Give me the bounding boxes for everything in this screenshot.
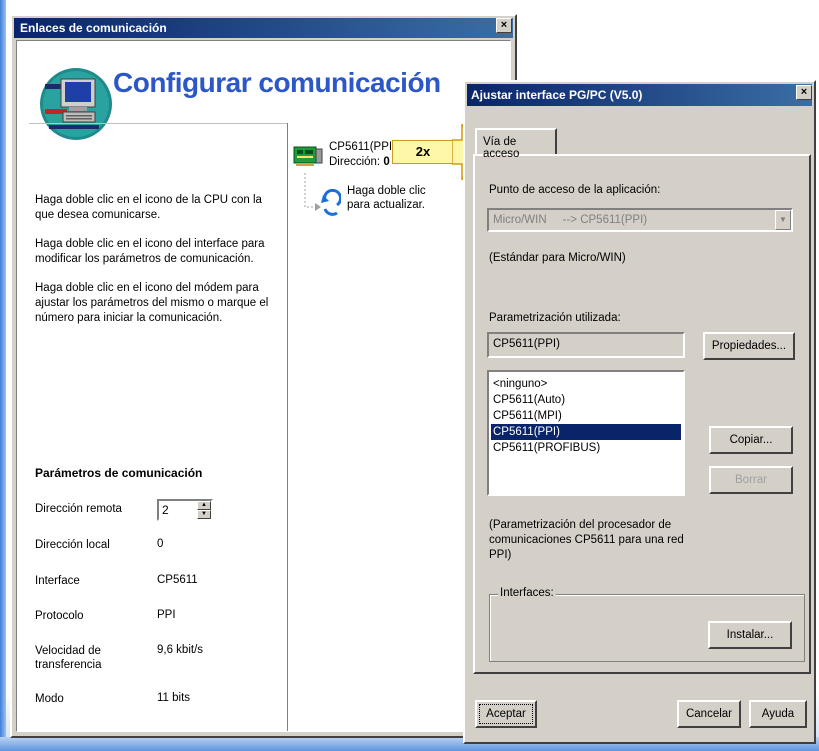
parameterization-description: (Parametrización del procesador de comun… [489, 519, 684, 561]
access-point-value: Micro/WIN --> CP5611(PPI) [493, 214, 648, 226]
device-address-value: 0 [383, 156, 390, 168]
computer-network-icon [40, 68, 112, 140]
cancel-button[interactable]: Cancelar [677, 700, 741, 728]
mode-label: Modo [35, 693, 64, 705]
access-point-label: Punto de acceso de la aplicación: [489, 184, 661, 196]
list-item-selected[interactable]: CP5611(PPI) [491, 424, 681, 440]
chevron-down-icon[interactable]: ▼ [775, 210, 791, 230]
double-click-callout: 2x [392, 140, 454, 164]
install-button[interactable]: Instalar... [708, 621, 792, 649]
communications-window-title: Enlaces de comunicación [20, 21, 167, 35]
access-path-panel: Punto de acceso de la aplicación: Micro/… [473, 154, 811, 674]
access-point-note: (Estándar para Micro/WIN) [489, 252, 626, 264]
device-address-label: Dirección: [329, 156, 381, 168]
delete-button[interactable]: Borrar [709, 466, 793, 494]
communications-close-button[interactable]: × [496, 18, 512, 33]
list-item[interactable]: CP5611(Auto) [491, 392, 681, 408]
interface-label: Interface [35, 575, 80, 587]
left-border-decoration [0, 0, 6, 751]
ok-button[interactable]: Aceptar [475, 700, 537, 728]
copy-button[interactable]: Copiar... [709, 426, 793, 454]
interface-card-icon[interactable] [293, 145, 323, 167]
instruction-modem: Haga doble clic en el icono del módem pa… [35, 282, 269, 324]
interfaces-group-title: Interfaces: [498, 587, 556, 599]
device-address: Dirección: 0 [329, 156, 390, 168]
parameterization-field[interactable]: CP5611(PPI) [487, 332, 685, 358]
communications-window: Enlaces de comunicación × Configurar com… [10, 14, 517, 738]
instruction-interface: Haga doble clic en el icono del interfac… [35, 238, 265, 265]
parameterization-label: Parametrización utilizada: [489, 312, 621, 324]
remote-address-spinner[interactable]: 2 ▲ ▼ [157, 499, 213, 521]
instruction-cpu: Haga doble clic en el icono de la CPU co… [35, 194, 262, 221]
communications-window-titlebar[interactable]: Enlaces de comunicación [14, 18, 513, 38]
remote-address-label: Dirección remota [35, 503, 122, 515]
remote-address-value[interactable]: 2 [162, 503, 169, 517]
access-point-dropdown[interactable]: Micro/WIN --> CP5611(PPI) ▼ [487, 208, 793, 232]
refresh-icon[interactable] [295, 173, 341, 217]
parameterization-list[interactable]: <ninguno> CP5611(Auto) CP5611(MPI) CP561… [487, 370, 685, 496]
vertical-separator [287, 123, 288, 731]
communication-parameters-title: Parámetros de comunicación [35, 466, 203, 480]
tab-access-path[interactable]: Vía de acceso [475, 128, 557, 160]
header-separator [29, 123, 287, 124]
pg-pc-close-button[interactable]: × [796, 85, 812, 100]
protocol-label: Protocolo [35, 610, 84, 622]
refresh-instruction: Haga doble clic para actualizar. [347, 185, 426, 211]
list-item[interactable]: CP5611(PROFIBUS) [491, 440, 681, 456]
interfaces-group: Interfaces: Instalar... [489, 587, 805, 662]
configure-communication-heading: Configurar comunicación [113, 67, 441, 98]
properties-button[interactable]: Propiedades... [703, 332, 795, 360]
interface-value: CP5611 [157, 574, 198, 586]
transfer-speed-label: Velocidad de transferencia [35, 645, 102, 671]
local-address-label: Dirección local [35, 539, 110, 551]
protocol-value: PPI [157, 609, 176, 621]
local-address-value: 0 [157, 538, 164, 550]
mode-value: 11 bits [157, 692, 191, 704]
pg-pc-interface-dialog: Ajustar interface PG/PC (V5.0) × Vía de … [463, 80, 816, 744]
pg-pc-dialog-title: Ajustar interface PG/PC (V5.0) [471, 88, 643, 102]
pg-pc-dialog-titlebar[interactable]: Ajustar interface PG/PC (V5.0) [467, 84, 812, 106]
list-item[interactable]: <ninguno> [491, 376, 681, 392]
spinner-up-icon[interactable]: ▲ [197, 501, 211, 510]
list-item[interactable]: CP5611(MPI) [491, 408, 681, 424]
spinner-down-icon[interactable]: ▼ [197, 510, 211, 519]
transfer-speed-value: 9,6 kbit/s [157, 644, 204, 656]
device-name: CP5611(PPI) [329, 141, 396, 153]
help-button[interactable]: Ayuda [749, 700, 807, 728]
